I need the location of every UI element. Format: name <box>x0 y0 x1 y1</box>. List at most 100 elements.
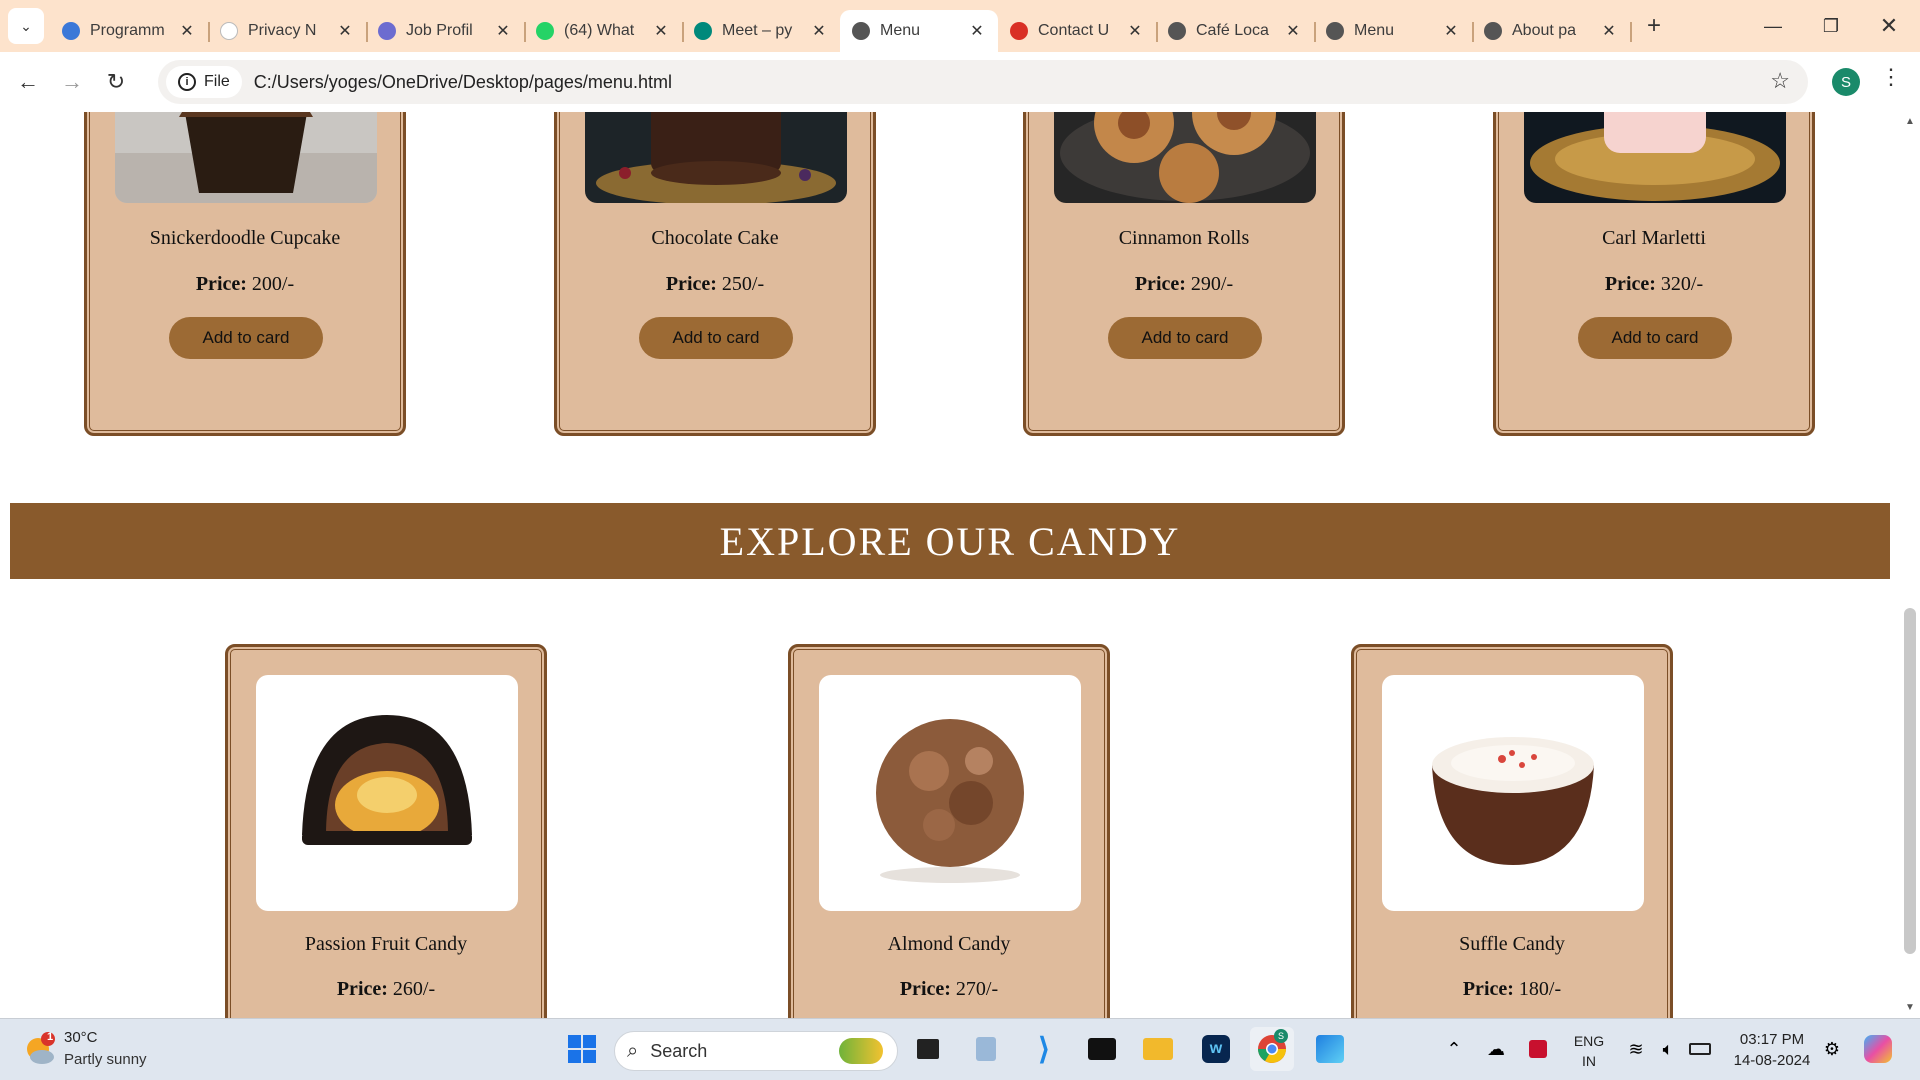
tab-close-icon[interactable]: ✕ <box>1600 21 1618 41</box>
task-view-button[interactable] <box>906 1027 950 1071</box>
weather-desc: Partly sunny <box>64 1051 147 1068</box>
url-text[interactable]: C:/Users/yoges/OneDrive/Desktop/pages/me… <box>254 72 672 93</box>
onedrive-tray-icon[interactable]: ☁ <box>1474 1027 1518 1071</box>
browser-tab[interactable]: Meet – py ✕ <box>682 10 842 52</box>
price-label: Price: <box>899 978 951 1000</box>
forward-button[interactable]: → <box>50 60 94 104</box>
tab-close-icon[interactable]: ✕ <box>1284 21 1302 41</box>
menu-card: Snickerdoodle Cupcake Price: 200/- Add to … <box>84 112 406 436</box>
browser-tab[interactable]: Menu ✕ <box>840 10 998 52</box>
tab-title: Meet – py <box>722 22 793 39</box>
files-app-button[interactable] <box>964 1027 1008 1071</box>
terminal-button[interactable] <box>1080 1027 1124 1071</box>
copilot-icon <box>1864 1035 1892 1063</box>
language-indicator[interactable]: ENG IN <box>1564 1033 1614 1069</box>
weather-widget[interactable]: 1 <box>22 1031 58 1067</box>
product-image <box>585 112 847 203</box>
tab-close-icon[interactable]: ✕ <box>494 21 512 41</box>
close-window-button[interactable]: ✕ <box>1860 0 1918 52</box>
tab-strip: ⌄ Programm ✕ Privacy N ✕ Job Profil ✕ (64) Wha… <box>0 0 1920 52</box>
browser-tab[interactable]: Menu ✕ <box>1314 10 1474 52</box>
folder-icon <box>1143 1038 1173 1060</box>
windows-logo-icon <box>568 1035 596 1063</box>
clock[interactable]: 03:17 PM 14-08-2024 <box>1722 1031 1822 1069</box>
product-name: Cinnamon Rolls <box>1118 227 1250 249</box>
scroll-up-arrow[interactable]: ▲ <box>1902 116 1918 127</box>
tab-close-icon[interactable]: ✕ <box>1442 21 1460 41</box>
arrow-right-icon: → <box>61 69 83 94</box>
product-name: Almond Candy <box>887 933 1011 955</box>
price-label: Price: <box>1462 978 1514 1000</box>
price-label: Price: <box>1604 273 1656 295</box>
webex-button[interactable]: w <box>1194 1027 1238 1071</box>
file-explorer-button[interactable] <box>1136 1027 1180 1071</box>
tab-close-icon[interactable]: ✕ <box>336 21 354 41</box>
chrome-profile-badge: S <box>1274 1029 1288 1043</box>
clock-time: 03:17 PM <box>1739 1031 1805 1048</box>
browser-tab[interactable]: Programm ✕ <box>50 10 210 52</box>
tab-title: Privacy N <box>248 22 317 39</box>
add-to-cart-button[interactable]: Add to card <box>639 317 793 359</box>
moon-gear-icon: ⚙ <box>1823 1038 1841 1059</box>
add-to-cart-button[interactable]: Add to card <box>1578 317 1732 359</box>
site-info-chip[interactable]: i File <box>166 66 242 98</box>
battery-status[interactable] <box>1678 1027 1722 1071</box>
globe-icon <box>1484 22 1502 40</box>
tab-search-button[interactable]: ⌄ <box>8 8 44 44</box>
back-button[interactable]: ← <box>6 60 50 104</box>
browser-tab[interactable]: Contact U ✕ <box>998 10 1158 52</box>
browser-tab[interactable]: Job Profil ✕ <box>366 10 526 52</box>
browser-tab[interactable]: Privacy N ✕ <box>208 10 368 52</box>
price-value: 290/- <box>1190 273 1234 295</box>
product-image <box>1054 112 1316 203</box>
browser-tab[interactable]: Café Loca ✕ <box>1156 10 1316 52</box>
language-line1: ENG <box>1573 1033 1605 1049</box>
chevron-down-icon: ⌄ <box>20 17 32 34</box>
copilot-button[interactable] <box>1856 1027 1900 1071</box>
tab-title: Programm <box>90 22 165 39</box>
tab-close-icon[interactable]: ✕ <box>968 21 986 41</box>
scroll-thumb[interactable] <box>1904 608 1916 954</box>
tab-title: Job Profil <box>406 22 473 39</box>
speaker-icon: 🔈︎ <box>1662 1038 1674 1059</box>
focus-assist-icon[interactable]: ⚙ <box>1810 1027 1854 1071</box>
add-to-cart-button[interactable]: Add to card <box>1108 317 1262 359</box>
taskbar-search[interactable]: ⌕ Search <box>614 1031 898 1071</box>
tab-close-icon[interactable]: ✕ <box>1126 21 1144 41</box>
app-tray-icon[interactable] <box>1516 1027 1560 1071</box>
tab-close-icon[interactable]: ✕ <box>178 21 196 41</box>
browser-tab[interactable]: About pa ✕ <box>1472 10 1632 52</box>
product-name: Passion Fruit Candy <box>304 933 468 955</box>
photos-app-button[interactable] <box>1308 1027 1352 1071</box>
blank-page-icon <box>220 22 238 40</box>
browser-menu-icon[interactable]: ⋮ <box>1880 64 1902 90</box>
price-label: Price: <box>336 978 388 1000</box>
tab-close-icon[interactable]: ✕ <box>652 21 670 41</box>
start-button[interactable] <box>560 1027 604 1071</box>
chrome-button[interactable]: S <box>1250 1027 1294 1071</box>
plus-icon: + <box>1646 12 1661 39</box>
vscode-button[interactable]: ⟩ <box>1022 1027 1066 1071</box>
minimize-button[interactable]: — <box>1744 0 1802 52</box>
address-bar[interactable]: i File C:/Users/yoges/OneDrive/Desktop/p… <box>158 60 1808 104</box>
restore-button[interactable]: ❐ <box>1802 0 1860 52</box>
arrow-left-icon: ← <box>17 69 39 94</box>
show-hidden-icons-button[interactable]: ⌃ <box>1432 1027 1476 1071</box>
page-viewport: Snickerdoodle Cupcake Price: 200/- Add to … <box>0 112 1920 1018</box>
add-to-cart-button[interactable]: Add to card <box>169 317 323 359</box>
info-icon: i <box>178 73 196 91</box>
whatsapp-icon <box>536 22 554 40</box>
bookmark-star-icon[interactable]: ☆ <box>1770 68 1790 94</box>
product-price: Price: 180/- <box>1354 978 1670 1001</box>
webex-icon: w <box>1202 1035 1230 1063</box>
tab-title: Café Loca <box>1196 22 1269 39</box>
tab-close-icon[interactable]: ✕ <box>810 21 828 41</box>
scroll-down-arrow[interactable]: ▼ <box>1902 1002 1918 1013</box>
language-line2: IN <box>1582 1053 1596 1069</box>
reload-icon: ↻ <box>106 69 126 94</box>
price-label: Price: <box>195 273 247 295</box>
browser-tab[interactable]: (64) What ✕ <box>524 10 684 52</box>
new-tab-button[interactable]: + <box>1636 8 1672 44</box>
profile-avatar[interactable]: S <box>1832 68 1860 96</box>
reload-button[interactable]: ↻ <box>94 60 138 104</box>
